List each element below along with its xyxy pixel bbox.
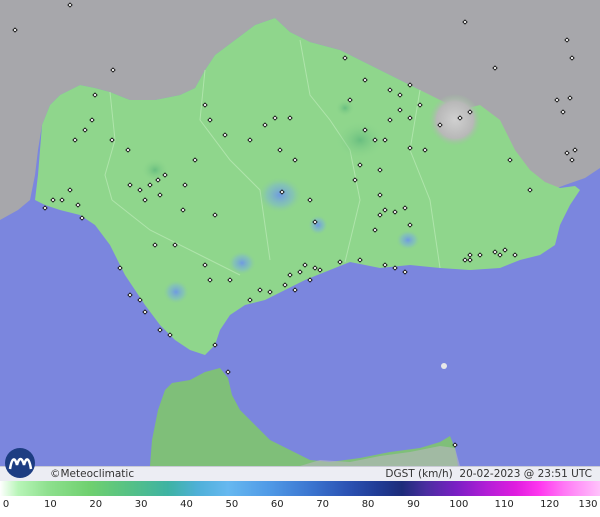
- colorbar-tick: 60: [270, 499, 284, 510]
- colorbar-tick: 120: [540, 499, 560, 510]
- colorbar: [0, 481, 600, 496]
- colorbar-tick: 90: [407, 499, 420, 510]
- colorbar-tick: 50: [225, 499, 239, 510]
- colorbar-tick: 30: [134, 499, 148, 510]
- alboran-island: [441, 363, 447, 369]
- brand-label: ©Meteoclimatic: [50, 468, 135, 480]
- colorbar-tick: 20: [89, 499, 103, 510]
- colorbar-ticks: 0 10 20 30 40 50 60 70 80 90 100 110 120 130: [0, 496, 600, 517]
- colorbar-tick: 0: [2, 499, 10, 510]
- wind-gust-map: [0, 0, 600, 466]
- colorbar-tick: 10: [44, 499, 57, 510]
- colorbar-tick: 130: [578, 499, 598, 510]
- colorbar-tick: 80: [361, 499, 375, 510]
- colorbar-tick: 100: [449, 499, 469, 510]
- info-bar: ©Meteoclimatic DGST (km/h) 20-02-2023 @ …: [0, 466, 600, 481]
- colorbar-tick: 110: [494, 499, 514, 510]
- colorbar-tick: 40: [180, 499, 193, 510]
- colorbar-tick: 70: [316, 499, 330, 510]
- variable-label: DGST (km/h): [385, 468, 453, 480]
- map-caption: DGST (km/h) 20-02-2023 @ 23:51 UTC: [385, 467, 592, 482]
- datetime-label: 20-02-2023 @ 23:51 UTC: [459, 468, 592, 480]
- meteoclimatic-logo-icon: [5, 448, 35, 478]
